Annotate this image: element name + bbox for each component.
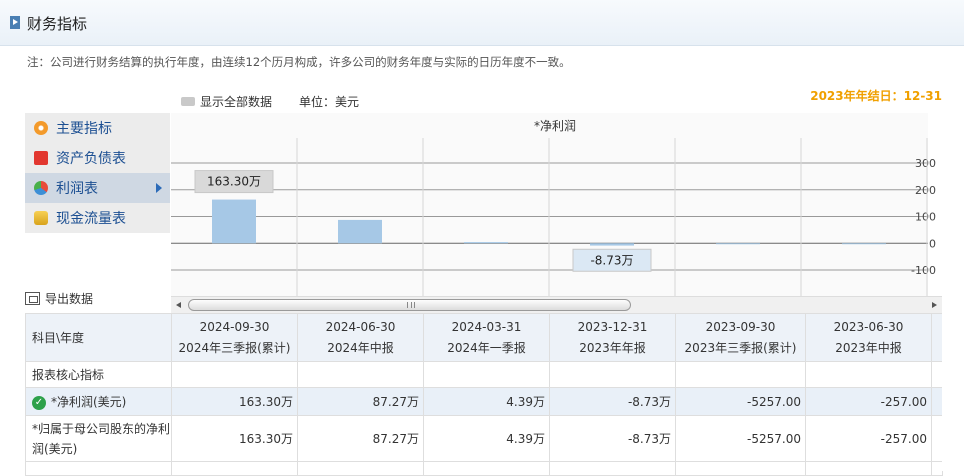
export-icon — [25, 292, 40, 305]
y-tick-label: -100 — [911, 264, 936, 277]
table-cell: 87.27万 — [297, 387, 424, 416]
period-header[interactable]: 2023-06-30 2023年中报 — [805, 313, 932, 362]
bar — [212, 199, 256, 244]
menu-item-label: 现金流量表 — [56, 211, 126, 227]
period-date: 2024-03-31 — [451, 319, 522, 334]
table-row[interactable]: *归属于母公司股东的净利润(美元) 163.30万 87.27万 4.39万 -… — [25, 415, 943, 462]
bar — [590, 243, 634, 246]
period-type: 2024年中报 — [327, 340, 394, 355]
menu-item-balance-sheet[interactable]: 资产负债表 — [25, 143, 170, 173]
y-tick-label: 0 — [929, 237, 936, 250]
period-date: 2023-09-30 — [705, 319, 776, 334]
row-label-net-profit[interactable]: ✓ *净利润(美元) — [25, 387, 172, 416]
data-label: 163.30万 — [207, 175, 261, 189]
chart-horizontal-scrollbar[interactable] — [171, 296, 942, 313]
table-row[interactable]: ✓ *净利润(美元) 163.30万 87.27万 4.39万 -8.73万 -5… — [25, 387, 943, 416]
section-header: 财务指标 — [0, 0, 964, 46]
table-cell: 87.27万 — [297, 415, 424, 462]
period-type: 2023年中报 — [835, 340, 902, 355]
export-data-button[interactable]: 导出数据 — [25, 290, 93, 307]
menu-item-cash-flow[interactable]: 现金流量表 — [25, 203, 170, 233]
page-right-edge — [942, 113, 964, 471]
table-header-row: 科目\年度 2024-09-30 2024年三季报(累计) 2024-06-30 2… — [25, 313, 943, 362]
menu-item-label: 主要指标 — [56, 121, 112, 137]
year-end-label: 2023年年结日：12-31 — [810, 89, 942, 103]
legend-label: 显示全部数据 — [200, 95, 273, 109]
balance-sheet-icon — [34, 151, 48, 165]
menu-item-main-indicators[interactable]: 主要指标 — [25, 113, 170, 143]
data-label: -8.73万 — [590, 253, 633, 267]
bar — [464, 242, 508, 244]
y-tick-label: 300 — [915, 157, 936, 170]
scroll-right-icon[interactable] — [932, 302, 937, 308]
period-header[interactable]: 2023-09-30 2023年三季报(累计) — [675, 313, 806, 362]
table-cell: -8.73万 — [549, 387, 676, 416]
period-header[interactable]: 2024-06-30 2024年中报 — [297, 313, 424, 362]
y-tick-label: 200 — [915, 184, 936, 197]
unit-label: 单位：美元 — [299, 95, 360, 109]
bar — [842, 243, 886, 245]
table-header-label: 科目\年度 — [25, 313, 172, 362]
fiscal-year-note: 注：公司进行财务结算的执行年度，由连续12个历月构成，许多公司的财务年度与实际的… — [27, 55, 571, 69]
bar — [338, 219, 382, 244]
row-label-parent-net-profit[interactable]: *归属于母公司股东的净利润(美元) — [25, 415, 172, 462]
table-cell: 4.39万 — [423, 415, 550, 462]
section-label: 报表核心指标 — [25, 361, 172, 388]
scroll-left-icon[interactable] — [176, 302, 181, 308]
period-date: 2023-12-31 — [577, 319, 648, 334]
menu-item-label: 资产负债表 — [56, 151, 126, 167]
scroll-thumb[interactable] — [188, 299, 631, 311]
main-indicator-icon — [34, 121, 48, 135]
income-statement-icon — [34, 181, 48, 195]
check-icon: ✓ — [32, 395, 46, 410]
period-date: 2024-09-30 — [199, 319, 270, 334]
scroll-grip-icon — [407, 302, 415, 308]
export-label: 导出数据 — [45, 292, 94, 306]
statement-menu: 主要指标 资产负债表 利润表 现金流量表 — [25, 113, 170, 233]
period-type: 2023年年报 — [579, 340, 646, 355]
table-cell: 163.30万 — [171, 415, 298, 462]
net-profit-chart: *净利润 300 200 100 0 -100 163.30万 -8.73万 — [170, 113, 942, 296]
table-cell: -257.00 — [805, 415, 932, 462]
period-type: 2024年一季报 — [447, 340, 526, 355]
y-tick-label: 100 — [915, 211, 936, 224]
legend-swatch-icon — [181, 97, 195, 106]
active-arrow-icon — [156, 183, 162, 193]
table-cell: 163.30万 — [171, 387, 298, 416]
menu-item-label: 利润表 — [56, 181, 98, 197]
table-cell: -257.00 — [805, 387, 932, 416]
section-arrow-icon — [10, 16, 20, 29]
bar — [716, 243, 760, 245]
table-cell: -5257.00 — [675, 415, 806, 462]
income-data-table: 科目\年度 2024-09-30 2024年三季报(累计) 2024-06-30 2… — [25, 313, 943, 476]
section-title: 财务指标 — [27, 15, 88, 33]
period-header[interactable]: 2023-12-31 2023年年报 — [549, 313, 676, 362]
period-type: 2023年三季报(累计) — [684, 340, 797, 355]
menu-item-income-statement[interactable]: 利润表 — [25, 173, 170, 203]
show-all-data-toggle[interactable]: 显示全部数据 — [181, 93, 272, 110]
period-date: 2023-06-30 — [833, 319, 904, 334]
table-row-partial — [25, 461, 943, 476]
table-cell: -5257.00 — [675, 387, 806, 416]
period-date: 2024-06-30 — [325, 319, 396, 334]
period-header[interactable]: 2024-09-30 2024年三季报(累计) — [171, 313, 298, 362]
period-type: 2024年三季报(累计) — [178, 340, 291, 355]
cash-flow-icon — [34, 211, 48, 225]
chart-title: *净利润 — [534, 119, 576, 133]
period-header[interactable]: 2024-03-31 2024年一季报 — [423, 313, 550, 362]
table-cell: 4.39万 — [423, 387, 550, 416]
table-cell: -8.73万 — [549, 415, 676, 462]
table-section-row: 报表核心指标 — [25, 361, 943, 388]
